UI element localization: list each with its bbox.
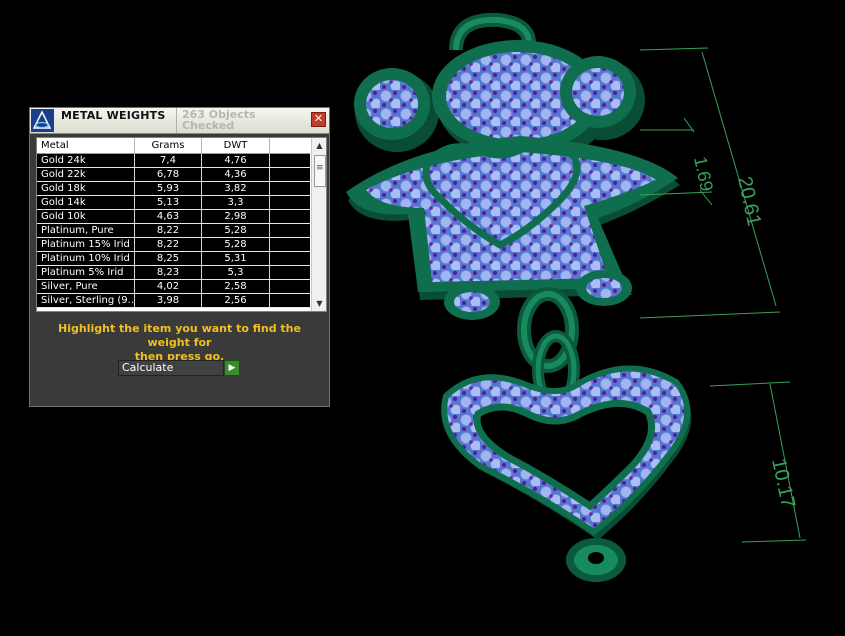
heart-pendant: [441, 365, 692, 540]
grams-value: 8,23: [135, 266, 202, 279]
grams-value: 8,25: [135, 252, 202, 265]
table-row[interactable]: Platinum 5% Irid 8,23 5,3: [37, 266, 310, 280]
table-row[interactable]: Silver, Pure 4,02 2,58: [37, 280, 310, 294]
column-header-grams[interactable]: Grams: [135, 138, 202, 153]
grams-value: 5,93: [135, 182, 202, 195]
metal-name: Gold 10k: [37, 210, 135, 223]
girl-pendant-body: [346, 40, 680, 320]
status-line-2: Checked: [182, 119, 235, 132]
metal-name: Gold 18k: [37, 182, 135, 195]
scroll-thumb[interactable]: [314, 155, 326, 187]
scroll-down-icon[interactable]: ▼: [312, 296, 326, 311]
table-row[interactable]: Platinum, Pure 8,22 5,28: [37, 224, 310, 238]
table-row[interactable]: Gold 14k 5,13 3,3: [37, 196, 310, 210]
metal-name: Platinum 5% Irid: [37, 266, 135, 279]
grams-value: 5,13: [135, 196, 202, 209]
panel-title: METAL WEIGHTS: [61, 109, 166, 122]
grams-value: 3,98: [135, 294, 202, 307]
dwt-value: 5,3: [202, 266, 270, 279]
dwt-value: 5,31: [202, 252, 270, 265]
table-row[interactable]: Gold 18k 5,93 3,82: [37, 182, 310, 196]
empty-cell: [270, 266, 310, 279]
grams-value: 6,78: [135, 168, 202, 181]
list-rows: Gold 24k 7,4 4,76 Gold 22k 6,78 4,36 Gold 18…: [37, 154, 310, 308]
table-row[interactable]: Gold 24k 7,4 4,76: [37, 154, 310, 168]
go-button[interactable]: ▶: [224, 360, 240, 376]
dwt-value: 4,36: [202, 168, 270, 181]
empty-cell: [270, 182, 310, 195]
grams-value: 7,4: [135, 154, 202, 167]
metal-weights-panel: METAL WEIGHTS 263 Objects Checked ✕ Meta…: [29, 107, 330, 407]
dwt-value: 2,98: [202, 210, 270, 223]
table-row[interactable]: Gold 10k 4,63 2,98: [37, 210, 310, 224]
dwt-value: 5,28: [202, 224, 270, 237]
table-row[interactable]: Gold 22k 6,78 4,36: [37, 168, 310, 182]
metal-name: Silver, Sterling (9...: [37, 294, 135, 307]
grams-value: 8,22: [135, 238, 202, 251]
close-button[interactable]: ✕: [311, 112, 326, 127]
column-header-spacer: [270, 138, 310, 153]
instruction-text: Highlight the item you want to find the …: [36, 322, 323, 364]
dwt-value: 3,82: [202, 182, 270, 195]
metal-name: Gold 24k: [37, 154, 135, 167]
table-row[interactable]: Platinum 10% Irid 8,25 5,31: [37, 252, 310, 266]
panel-titlebar[interactable]: METAL WEIGHTS 263 Objects Checked ✕: [30, 108, 329, 134]
dwt-value: 2,56: [202, 294, 270, 307]
metal-name: Gold 14k: [37, 196, 135, 209]
metal-name: Platinum 10% Irid: [37, 252, 135, 265]
metal-weights-list[interactable]: Metal Grams DWT Gold 24k 7,4 4,76 Gold 22k…: [36, 137, 327, 312]
empty-cell: [270, 280, 310, 293]
table-row[interactable]: Silver, Sterling (9... 3,98 2,56: [37, 294, 310, 308]
column-header-metal[interactable]: Metal: [37, 138, 135, 153]
metal-name: Platinum, Pure: [37, 224, 135, 237]
metal-name: Platinum 15% Irid: [37, 238, 135, 251]
objects-checked-status: 263 Objects Checked: [176, 108, 298, 133]
bottom-ring: [566, 538, 626, 582]
dwt-value: 5,28: [202, 238, 270, 251]
calculate-dropdown[interactable]: Calculate: [118, 360, 224, 376]
empty-cell: [270, 154, 310, 167]
instruction-line-1: Highlight the item you want to find the …: [58, 322, 301, 349]
table-row[interactable]: Platinum 15% Irid 8,22 5,28: [37, 238, 310, 252]
grams-value: 8,22: [135, 224, 202, 237]
scroll-up-icon[interactable]: ▲: [312, 138, 326, 153]
empty-cell: [270, 168, 310, 181]
dwt-value: 3,3: [202, 196, 270, 209]
grams-value: 4,02: [135, 280, 202, 293]
grams-value: 4,63: [135, 210, 202, 223]
go-arrow-icon: ▶: [228, 363, 236, 373]
dwt-value: 2,58: [202, 280, 270, 293]
dim-label-overall: 20.61: [733, 174, 765, 228]
metal-name: Gold 22k: [37, 168, 135, 181]
column-header-dwt[interactable]: DWT: [202, 138, 270, 153]
close-icon: ✕: [313, 112, 324, 125]
empty-cell: [270, 224, 310, 237]
empty-cell: [270, 238, 310, 251]
dwt-value: 4,76: [202, 154, 270, 167]
list-header: Metal Grams DWT: [37, 138, 310, 154]
dim-label-top-small: 1.69: [690, 155, 717, 193]
metal-name: Silver, Pure: [37, 280, 135, 293]
dim-label-heart: 10.17: [767, 456, 799, 510]
empty-cell: [270, 210, 310, 223]
empty-cell: [270, 294, 310, 307]
app-icon: [31, 109, 54, 132]
empty-cell: [270, 252, 310, 265]
empty-cell: [270, 196, 310, 209]
list-scrollbar[interactable]: ▲ ▼: [311, 138, 326, 311]
